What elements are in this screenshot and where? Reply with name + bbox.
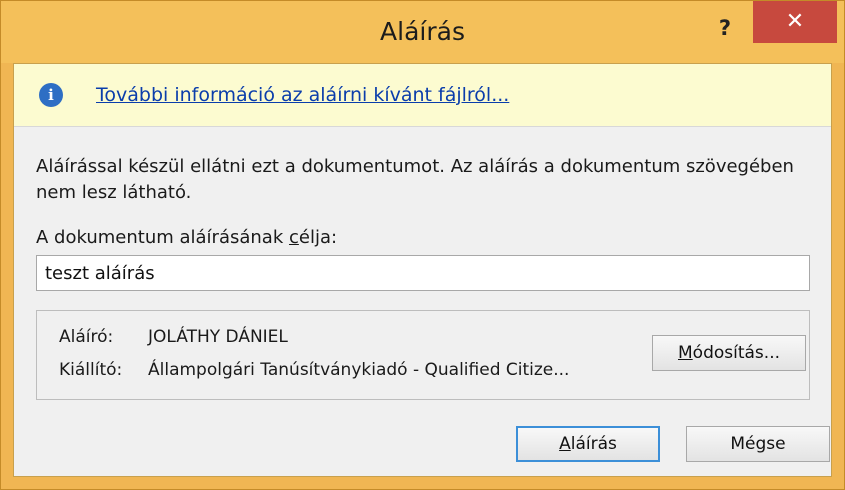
modify-button[interactable]: Módosítás... <box>652 335 806 371</box>
purpose-input[interactable] <box>36 255 810 291</box>
sign-button[interactable]: Aláírás <box>516 426 660 462</box>
help-button[interactable]: ? <box>705 13 745 43</box>
signer-label: Aláíró: <box>59 327 114 347</box>
title-bar[interactable]: Aláírás ? ✕ <box>1 1 844 63</box>
info-icon: i <box>39 83 63 107</box>
info-bar: i További információ az aláírni kívánt f… <box>14 64 831 127</box>
purpose-label: A dokumentum aláírásának célja: <box>36 227 338 248</box>
signer-info-group: Aláíró: JOLÁTHY DÁNIEL Kiállító: Állampo… <box>36 310 810 400</box>
dialog-window: Aláírás ? ✕ i További információ az aláí… <box>0 0 845 490</box>
issuer-value: Állampolgári Tanúsítványkiadó - Qualifie… <box>148 360 570 380</box>
dialog-body: i További információ az aláírni kívánt f… <box>13 63 832 477</box>
more-info-link[interactable]: További információ az aláírni kívánt fáj… <box>96 84 509 106</box>
close-icon: ✕ <box>785 9 805 34</box>
description-text: Aláírással készül ellátni ezt a dokument… <box>36 156 794 203</box>
issuer-label: Kiállító: <box>59 360 123 380</box>
close-button[interactable]: ✕ <box>753 1 837 43</box>
cancel-button[interactable]: Mégse <box>686 426 830 462</box>
signer-value: JOLÁTHY DÁNIEL <box>148 327 288 347</box>
